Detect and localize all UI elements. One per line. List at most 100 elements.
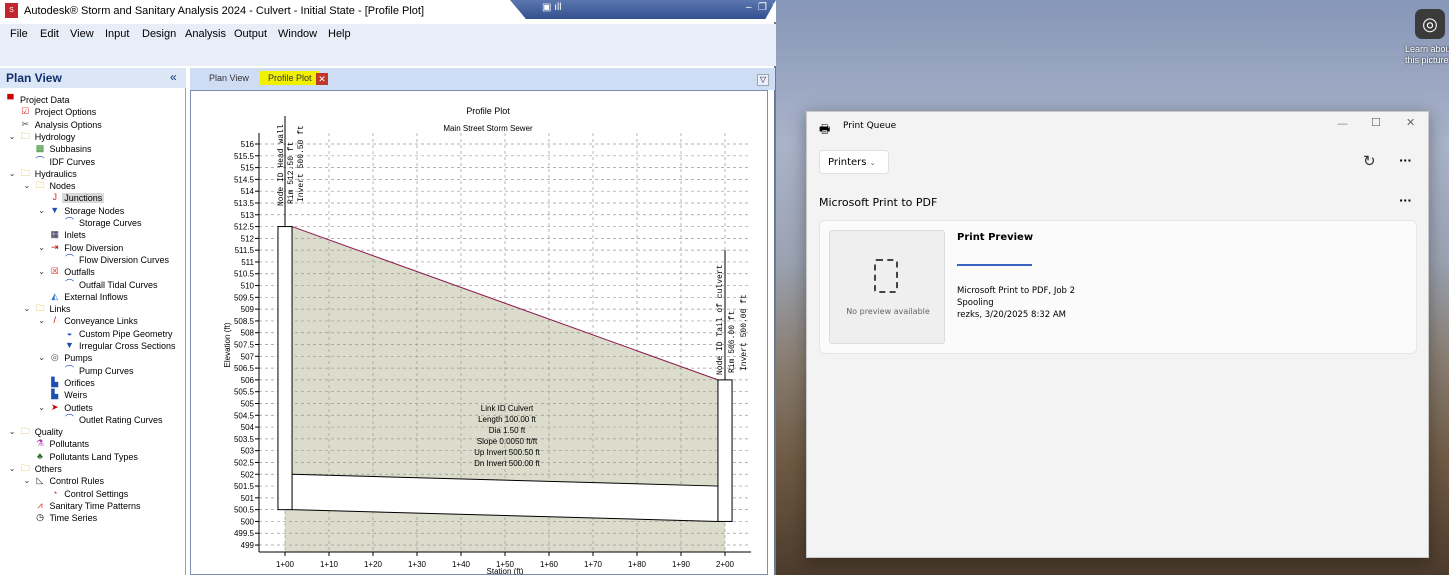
tree-item-inlets[interactable]: ▦ Inlets <box>48 229 88 241</box>
printer-icon: 🖶 <box>819 122 831 136</box>
curve-icon: ⌒ <box>64 253 74 264</box>
tree-item-label: Analysis Options <box>34 119 102 130</box>
chevron-down-icon[interactable]: ⌄ <box>9 426 17 438</box>
diversion-icon: ⇥ <box>50 241 59 252</box>
minimize-button[interactable]: — <box>1337 117 1348 130</box>
tree-item-idf-curves[interactable]: ⌒ IDF Curves <box>34 156 98 168</box>
tree-item-external-inflows[interactable]: ◭ External Inflows <box>48 291 130 303</box>
tree-item-pumps[interactable]: ⌄ ◎ Pumps <box>38 352 94 364</box>
x-axis-label: Station (ft) <box>487 567 524 575</box>
checklist-icon: ☑ <box>21 106 30 117</box>
collapse-panel-icon[interactable]: « <box>170 70 177 84</box>
tree-item-junctions[interactable]: J Junctions <box>48 192 105 204</box>
chevron-down-icon[interactable]: ⌄ <box>24 180 32 192</box>
x-tick-label: 1+00 <box>276 560 295 569</box>
tree-item-hydraulics[interactable]: ⌄ 🗀 Hydraulics <box>9 168 79 180</box>
tree-item-label: Pollutants <box>49 439 90 450</box>
tree-item-custom-pipe-geometry[interactable]: ◒ Custom Pipe Geometry <box>63 328 175 340</box>
tree-item-weirs[interactable]: ▙ Weirs <box>48 389 89 401</box>
menu-view[interactable]: View <box>70 28 94 40</box>
chevron-down-icon[interactable]: ⌄ <box>9 168 17 180</box>
tree-item-project-options[interactable]: ☑ Project Options <box>19 106 99 118</box>
tree-item-control-settings[interactable]: ◔ Control Settings <box>48 488 130 500</box>
tree-item-quality[interactable]: ⌄ 🗀 Quality <box>9 426 65 438</box>
tree-item-label: IDF Curves <box>49 156 96 167</box>
folder-icon: 🗀 <box>35 303 45 314</box>
tree-item-time-series[interactable]: ◷ Time Series <box>34 512 100 524</box>
chevron-down-icon[interactable]: ⌄ <box>38 402 46 414</box>
close-tab-icon[interactable]: ✕ <box>316 73 328 85</box>
menu-window[interactable]: Window <box>278 28 317 40</box>
tree-item-project-data[interactable]: ▀ Project Data <box>4 94 72 106</box>
chevron-down-icon[interactable]: ⌄ <box>24 475 32 487</box>
tab-plan-view[interactable]: Plan View <box>209 73 249 83</box>
tree-item-analysis-options[interactable]: ✂ Analysis Options <box>19 119 104 131</box>
refresh-icon[interactable]: ↻ <box>1363 152 1376 170</box>
folder-icon: 🗀 <box>20 463 30 473</box>
chevron-down-icon[interactable]: ⌄ <box>38 315 46 327</box>
close-button[interactable]: ✕ <box>1406 116 1415 129</box>
menu-input[interactable]: Input <box>105 28 129 40</box>
y-tick-label: 515 <box>241 164 255 173</box>
y-tick-label: 505 <box>241 399 255 408</box>
tree-item-outlets[interactable]: ⌄ ➤ Outlets <box>38 402 95 414</box>
tree-item-outfall-tidal-curves[interactable]: ⌒ Outfall Tidal Curves <box>63 279 160 291</box>
tree-item-flow-diversion[interactable]: ⌄ ⇥ Flow Diversion <box>38 241 125 254</box>
tree-item-nodes[interactable]: ⌄ 🗀 Nodes <box>24 180 78 192</box>
tree-item-pollutants-land-types[interactable]: ♣ Pollutants Land Types <box>34 451 140 463</box>
tree-item-pump-curves[interactable]: ⌒ Pump Curves <box>63 365 136 377</box>
maximize-button[interactable]: ☐ <box>1371 116 1381 129</box>
menu-edit[interactable]: Edit <box>40 28 59 40</box>
printer-more-icon[interactable]: ··· <box>1399 194 1412 207</box>
chevron-down-icon[interactable]: ⌄ <box>9 463 17 475</box>
menu-file[interactable]: File <box>10 28 28 40</box>
learn-about-picture-label[interactable]: Learn about this picture <box>1405 44 1449 66</box>
tab-profile-plot[interactable]: Profile Plot <box>260 71 320 85</box>
tree-item-irregular-cross-sections[interactable]: ▼ Irregular Cross Sections <box>63 340 178 352</box>
chevron-down-icon[interactable]: ⌄ <box>38 205 46 217</box>
chevron-down-icon[interactable]: ⌄ <box>9 131 17 143</box>
x-tick-label: 1+20 <box>364 560 383 569</box>
restore-button[interactable]: ❐ <box>758 2 767 13</box>
x-tick-label: 1+30 <box>408 560 427 569</box>
tree-item-subbasins[interactable]: ▩ Subbasins <box>34 143 94 155</box>
tree-item-label: Project Options <box>34 107 97 118</box>
tab-list-icon[interactable]: ▽ <box>757 74 769 86</box>
minimize-button[interactable]: – <box>746 2 752 13</box>
tree-item-outlet-rating-curves[interactable]: ⌒ Outlet Rating Curves <box>63 414 165 426</box>
tree-item-label: Sanitary Time Patterns <box>49 500 141 511</box>
rules-icon: ◺ <box>36 475 44 486</box>
tree-item-control-rules[interactable]: ⌄ ◺ Control Rules <box>24 475 107 487</box>
orifice-icon: ▙ <box>51 376 59 387</box>
tree-item-label: Others <box>34 464 62 474</box>
tree-item-sanitary-time-patterns[interactable]: ⩘ Sanitary Time Patterns <box>34 500 143 512</box>
tree-item-outfalls[interactable]: ⌄ ☒ Outfalls <box>38 266 97 278</box>
print-job-card[interactable]: No preview available Print Preview Micro… <box>819 220 1417 354</box>
menu-help[interactable]: Help <box>328 28 351 40</box>
y-tick-label: 512 <box>241 234 255 243</box>
y-tick-label: 500.5 <box>234 506 255 515</box>
tree-item-pollutants[interactable]: ⚗ Pollutants <box>34 438 92 450</box>
tree-item-label: Outfall Tidal Curves <box>79 279 158 290</box>
tree-item-conveyance-links[interactable]: ⌄ / Conveyance Links <box>38 315 140 327</box>
tree-item-storage-nodes[interactable]: ⌄ ▼ Storage Nodes <box>38 204 126 217</box>
chevron-down-icon[interactable]: ⌄ <box>38 242 46 254</box>
chevron-down-icon[interactable]: ⌄ <box>24 303 32 315</box>
tree-item-orifices[interactable]: ▙ Orifices <box>48 377 97 389</box>
chevron-down-icon[interactable]: ⌄ <box>38 266 46 278</box>
tree-item-hydrology[interactable]: ⌄ 🗀 Hydrology <box>9 131 78 143</box>
learn-about-picture-icon[interactable]: ◎ <box>1415 9 1445 39</box>
more-options-icon[interactable]: ··· <box>1399 154 1412 167</box>
printers-dropdown[interactable]: Printers ⌄ <box>819 150 889 174</box>
junction-icon: J <box>52 192 58 203</box>
menu-output[interactable]: Output <box>234 28 267 40</box>
tree-item-storage-curves[interactable]: ⌒ Storage Curves <box>63 217 144 229</box>
tree-item-flow-diversion-curves[interactable]: ⌒ Flow Diversion Curves <box>63 254 171 266</box>
storage-icon: ▼ <box>50 204 60 215</box>
menu-analysis[interactable]: Analysis <box>185 28 226 40</box>
menu-design[interactable]: Design <box>142 28 176 40</box>
chevron-down-icon[interactable]: ⌄ <box>38 352 46 364</box>
printers-label: Printers <box>828 157 867 168</box>
tree-item-others[interactable]: ⌄ 🗀 Others <box>9 463 64 475</box>
tree-item-links[interactable]: ⌄ 🗀 Links <box>24 303 73 315</box>
